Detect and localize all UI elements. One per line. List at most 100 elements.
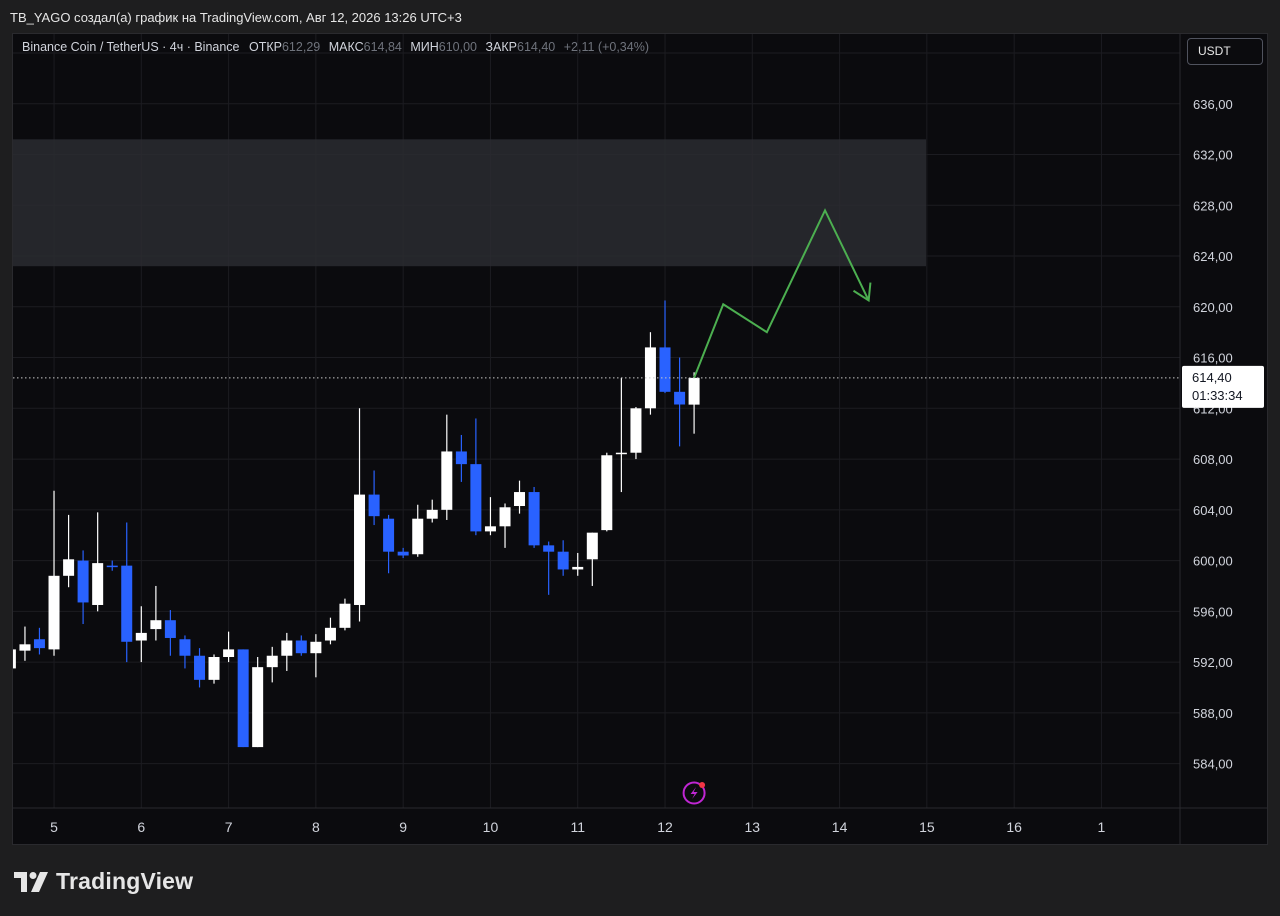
x-tick-label: 1 [1098,819,1106,835]
y-tick-label: 636,00 [1193,97,1233,112]
zone-rect [13,139,927,267]
resistance-zone[interactable] [13,139,927,267]
time-axis[interactable]: 5 6 7 8 9 10 11 12 13 14 15 16 1 [13,807,1268,835]
candle-body [412,518,424,555]
candle-body [121,565,133,642]
candle-body [106,565,118,568]
legend-close-value: 614,40 [517,40,556,54]
x-tick-label: 15 [919,819,935,835]
candle-body [13,649,16,669]
x-tick-label: 12 [657,819,673,835]
candle-body [630,408,642,453]
candle-body [33,639,45,649]
candle-body [586,532,598,560]
legend-open-value: 612,29 [281,40,321,54]
legend-low-label: МИН [410,40,439,54]
legend-low-value: 610,00 [438,40,478,54]
candle-body [295,640,307,654]
candle-body [397,551,409,556]
candle-body [223,649,235,658]
candle-body [135,632,147,641]
y-tick-label: 596,00 [1193,604,1233,619]
candle-body [601,455,613,531]
candle-body [281,640,293,656]
candle-body [514,492,526,507]
price-chart[interactable]: 584,00 588,00 592,00 596,00 600,00 604,00 608,… [0,0,1280,916]
branding-bar: TradingView [0,846,1280,916]
legend-symbol: Binance Coin / TetherUS · 4ч · Binance [22,40,240,54]
candle-body [354,494,366,605]
candle-body [688,377,700,405]
y-tick-label: 616,00 [1193,351,1233,366]
x-tick-label: 5 [50,819,58,835]
candle-body [266,655,278,668]
x-tick-label: 13 [745,819,761,835]
tradingview-wordmark: TradingView [56,868,194,894]
candle-body [48,575,60,650]
chart-legend: Binance Coin / TetherUS · 4ч · Binance О… [22,40,649,54]
candle-body [324,627,336,641]
candle-body [383,518,395,552]
tradingview-logo[interactable]: TradingView [14,868,193,895]
tradingview-logo-icon [14,871,48,892]
x-tick-label: 7 [225,819,233,835]
candle-body [252,667,264,748]
candle-body [441,451,453,510]
candle-body [557,551,569,570]
candle-body [19,644,31,651]
candle-body [237,649,249,748]
y-tick-label: 604,00 [1193,503,1233,518]
legend-high-value: 614,84 [363,40,402,54]
y-tick-label: 620,00 [1193,300,1233,315]
x-tick-label: 8 [312,819,320,835]
y-tick-label: 584,00 [1193,757,1233,772]
candle-body [499,507,511,527]
x-tick-label: 10 [483,819,499,835]
candle-body [543,545,555,552]
price-tag-price: 614,40 [1192,370,1232,385]
y-tick-label: 608,00 [1193,452,1233,467]
y-tick-label: 628,00 [1193,198,1233,213]
price-axis[interactable]: 584,00 588,00 592,00 596,00 600,00 604,00 608,… [1179,34,1233,845]
candle-body [92,563,104,605]
alert-bolt [690,787,698,799]
candle-body [310,641,322,654]
y-tick-label: 632,00 [1193,148,1233,163]
alert-dot [699,782,706,788]
candle-body [77,560,89,603]
candle-body [572,566,584,570]
price-tag-countdown: 01:33:34 [1192,388,1243,403]
x-tick-label: 14 [832,819,848,835]
candle-body [194,655,206,680]
candle-body [470,464,482,532]
x-tick-label: 16 [1006,819,1022,835]
y-tick-label: 600,00 [1193,554,1233,569]
candle-body [339,603,351,628]
candle-body [164,620,176,638]
candle-body [674,391,686,405]
price-tag: 614,40 01:33:34 [1182,365,1264,408]
candle-body [528,492,540,546]
candles [13,300,700,748]
currency-button[interactable]: USDT [1187,38,1263,65]
candle-body [368,494,380,517]
candle-body [615,452,627,455]
legend-change: +2,11 (+0,34%) [563,40,649,54]
x-tick-label: 9 [399,819,407,835]
candle-body [455,451,467,465]
candle-body [150,620,162,630]
y-tick-label: 624,00 [1193,249,1233,264]
candle-body [484,526,496,532]
legend-close-label: ЗАКР [485,40,518,54]
y-tick-label: 588,00 [1193,706,1233,721]
candle-body [426,509,438,519]
candle-body [208,657,220,680]
legend-open-label: ОТКР [249,40,282,54]
candle-body [179,639,191,656]
candle-body [659,347,671,392]
y-tick-label: 592,00 [1193,655,1233,670]
x-tick-label: 6 [137,819,145,835]
candle-body [63,559,75,576]
alert-icon[interactable] [682,781,706,805]
legend-high-label: МАКС [328,40,364,54]
